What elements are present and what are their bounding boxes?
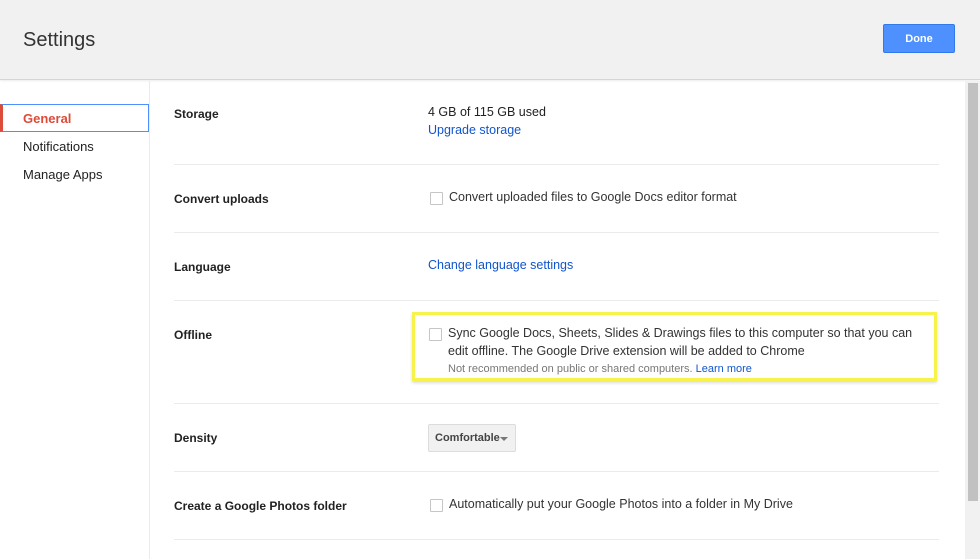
offline-highlight: Sync Google Docs, Sheets, Slides & Drawi… xyxy=(412,312,937,381)
offline-note: Not recommended on public or shared comp… xyxy=(448,363,752,375)
sidebar: General Notifications Manage Apps xyxy=(0,81,150,559)
language-row: Language Change language settings xyxy=(174,233,939,301)
photos-row: Create a Google Photos folder Automatica… xyxy=(174,472,939,540)
storage-usage: 4 GB of 115 GB used xyxy=(428,105,546,119)
sidebar-item-notifications[interactable]: Notifications xyxy=(0,132,149,160)
photos-folder-text: Automatically put your Google Photos int… xyxy=(449,497,793,511)
offline-sync-checkbox[interactable] xyxy=(429,328,442,341)
offline-sync-line1: Sync Google Docs, Sheets, Slides & Drawi… xyxy=(448,326,913,340)
settings-header: Settings Done xyxy=(0,0,980,80)
learn-more-link[interactable]: Learn more xyxy=(696,363,752,375)
density-selected: Comfortable xyxy=(435,432,500,444)
done-button[interactable]: Done xyxy=(883,24,955,53)
density-row: Density xyxy=(174,404,939,472)
convert-uploads-label: Convert uploads xyxy=(174,192,269,206)
sidebar-item-manage-apps[interactable]: Manage Apps xyxy=(0,160,149,188)
offline-label: Offline xyxy=(174,328,212,342)
chevron-down-icon xyxy=(500,437,508,441)
density-dropdown[interactable]: Comfortable xyxy=(428,424,516,452)
change-language-link[interactable]: Change language settings xyxy=(428,258,573,272)
convert-uploads-checkbox[interactable] xyxy=(430,192,443,205)
offline-note-text: Not recommended on public or shared comp… xyxy=(448,363,693,375)
storage-label: Storage xyxy=(174,107,219,121)
photos-label: Create a Google Photos folder xyxy=(174,499,347,513)
convert-uploads-text: Convert uploaded files to Google Docs ed… xyxy=(449,190,737,204)
upgrade-storage-link[interactable]: Upgrade storage xyxy=(428,123,521,137)
scrollbar-thumb[interactable] xyxy=(968,83,978,501)
page-title: Settings xyxy=(23,29,96,51)
offline-sync-line2: edit offline. The Google Drive extension… xyxy=(448,344,805,358)
language-label: Language xyxy=(174,260,231,274)
photos-folder-checkbox[interactable] xyxy=(430,499,443,512)
convert-uploads-row: Convert uploads Convert uploaded files t… xyxy=(174,165,939,233)
density-label: Density xyxy=(174,431,218,445)
storage-row: Storage 4 GB of 115 GB used Upgrade stor… xyxy=(174,81,939,165)
sidebar-item-general[interactable]: General xyxy=(0,104,149,132)
